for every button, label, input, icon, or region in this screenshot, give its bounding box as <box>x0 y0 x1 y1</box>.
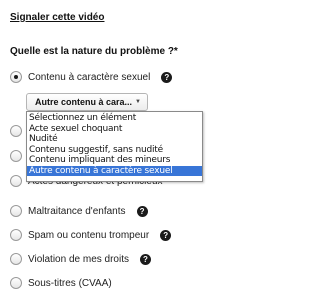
option-hidden-1[interactable] <box>10 122 22 140</box>
radio-hidden-2[interactable] <box>10 150 22 162</box>
option-spam[interactable]: Spam ou contenu trompeur ? <box>10 226 172 244</box>
report-video-title: Signaler cette vidéo <box>10 12 105 23</box>
problem-question: Quelle est la nature du problème ?* <box>10 46 178 57</box>
help-icon[interactable]: ? <box>160 229 172 241</box>
dropdown-option[interactable]: Acte sexuel choquant <box>27 124 202 135</box>
subcategory-dropdown-list[interactable]: Sélectionnez un élément Acte sexuel choq… <box>26 111 203 182</box>
help-icon[interactable]: ? <box>136 205 148 217</box>
radio-hidden-1[interactable] <box>10 125 22 137</box>
select-value: Autre contenu à cara... <box>35 97 133 107</box>
dropdown-option[interactable]: Contenu impliquant des mineurs <box>27 155 202 166</box>
option-label: Violation de mes droits <box>28 253 129 265</box>
option-label: Sous-titres (CVAA) <box>28 277 112 289</box>
option-captions[interactable]: Sous-titres (CVAA) <box>10 274 112 292</box>
option-label: Spam ou contenu trompeur <box>28 229 150 241</box>
dropdown-option[interactable]: Sélectionnez un élément <box>27 113 202 124</box>
subcategory-select[interactable]: Autre contenu à cara... ▼ <box>26 93 148 111</box>
radio-child-abuse[interactable] <box>10 205 22 217</box>
dropdown-option[interactable]: Nudité <box>27 134 202 145</box>
help-icon[interactable]: ? <box>139 253 151 265</box>
radio-dangerous-acts[interactable] <box>10 175 22 187</box>
chevron-down-icon: ▼ <box>135 99 141 105</box>
option-label: Maltraitance d'enfants <box>28 205 126 217</box>
dropdown-option[interactable]: Contenu suggestif, sans nudité <box>27 145 202 156</box>
option-sexual-content[interactable]: Contenu à caractère sexuel ? <box>10 68 173 86</box>
option-hidden-2[interactable] <box>10 147 22 165</box>
radio-spam[interactable] <box>10 229 22 241</box>
dropdown-option-highlighted[interactable]: Autre contenu à caractère sexuel <box>27 165 202 176</box>
radio-rights-violation[interactable] <box>10 253 22 265</box>
option-child-abuse[interactable]: Maltraitance d'enfants ? <box>10 202 148 220</box>
radio-sexual-content[interactable] <box>10 71 22 83</box>
option-rights-violation[interactable]: Violation de mes droits ? <box>10 250 151 268</box>
option-label: Contenu à caractère sexuel <box>28 71 151 83</box>
help-icon[interactable]: ? <box>161 71 173 83</box>
radio-captions[interactable] <box>10 277 22 289</box>
